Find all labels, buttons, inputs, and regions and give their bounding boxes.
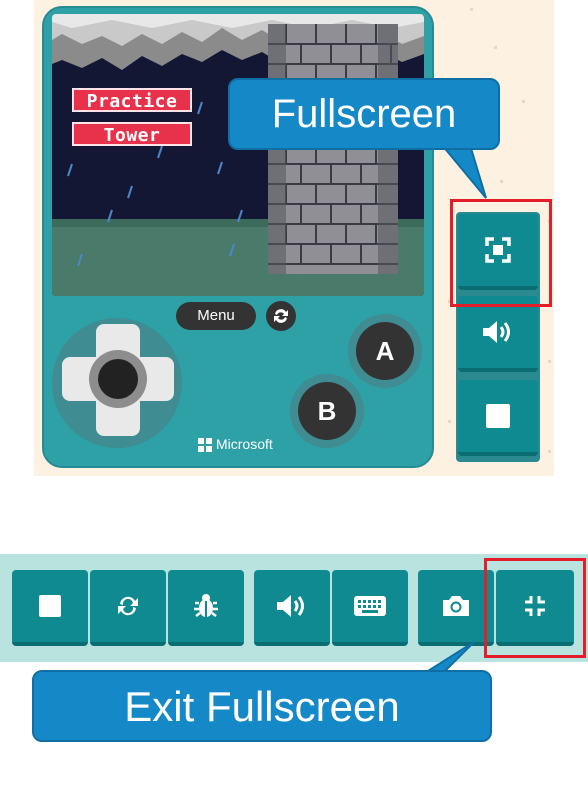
a-button[interactable]: A <box>356 322 414 380</box>
microsoft-logo-icon <box>198 438 212 452</box>
volume-icon <box>483 321 510 343</box>
screenshot-button-toolbar[interactable] <box>418 570 494 646</box>
title-tag-practice: Practice <box>72 88 192 112</box>
stop-icon <box>486 404 510 428</box>
b-button[interactable]: B <box>298 382 356 440</box>
restart-icon[interactable] <box>266 301 296 331</box>
volume-icon <box>277 595 304 617</box>
debug-icon <box>194 594 218 617</box>
restart-button-toolbar[interactable] <box>90 570 166 646</box>
stop-button[interactable] <box>458 380 538 456</box>
fullscreen-highlight <box>450 199 552 307</box>
title-tag-tower: Tower <box>72 122 192 146</box>
exit-fullscreen-highlight <box>484 558 586 658</box>
fullscreen-callout: Fullscreen <box>228 78 500 150</box>
keyboard-icon <box>354 596 386 616</box>
exit-fullscreen-callout: Exit Fullscreen <box>32 670 492 742</box>
volume-button[interactable] <box>458 296 538 372</box>
dpad-center[interactable] <box>98 359 138 399</box>
camera-icon <box>443 596 469 616</box>
keyboard-button-toolbar[interactable] <box>332 570 408 646</box>
debug-button-toolbar[interactable] <box>168 570 244 646</box>
callout-pointer <box>440 145 487 199</box>
stop-icon <box>39 595 61 617</box>
stop-button-toolbar[interactable] <box>12 570 88 646</box>
volume-button-toolbar[interactable] <box>254 570 330 646</box>
microsoft-brand: Microsoft <box>216 436 273 452</box>
restart-icon <box>118 596 138 616</box>
game-screen[interactable]: Practice Tower <box>52 14 424 296</box>
menu-button[interactable]: Menu <box>176 302 256 330</box>
